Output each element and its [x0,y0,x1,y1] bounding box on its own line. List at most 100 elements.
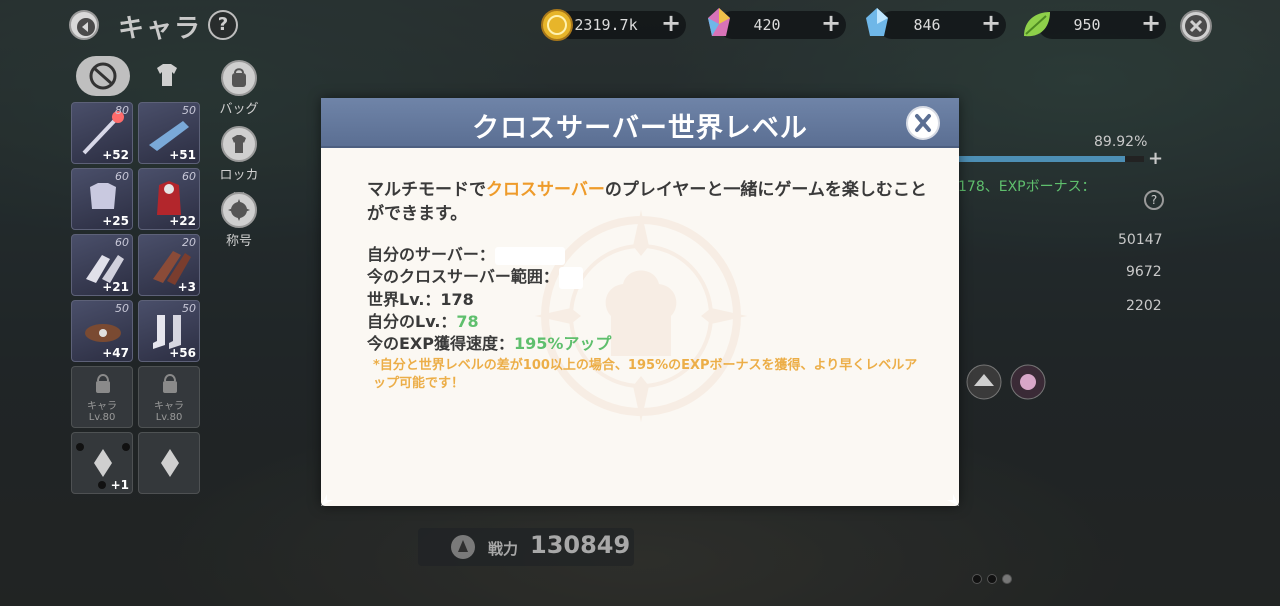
stat-value: 9672 [1126,264,1162,280]
side-menu-bag[interactable]: バッグ [214,60,264,117]
modal-header: クロスサーバー世界レベル [321,98,959,148]
equip-level: 50 [115,302,129,315]
equip-level: 50 [182,302,196,315]
back-button[interactable] [69,10,99,40]
side-menu-label: バッグ [219,102,259,117]
exp-percent: 89.92% [1094,134,1148,150]
tab-character[interactable] [76,56,130,96]
equip-level: 60 [182,170,196,183]
equip-slot-armor[interactable]: 60 +25 [71,168,133,230]
close-screen-button[interactable] [1180,10,1212,42]
add-gold-button[interactable]: + [660,11,682,35]
lock-icon [163,374,177,393]
currency-gold: 2319.7k + [556,11,686,39]
equip-enhance: +51 [169,148,196,162]
equip-enhance: +22 [169,214,196,228]
top-bar: キャラ ? 2319.7k + 420 + 846 + 950 + [0,0,1280,52]
equip-level: 80 [115,104,129,117]
equip-level: 20 [182,236,196,249]
power-icon [451,535,475,559]
equip-enhance: +21 [102,280,129,294]
stat-value: 50147 [1118,232,1163,248]
modal-note: *自分と世界レベルの差が100以上の場合、195%のEXPボーナスを獲得、より早… [373,357,918,391]
currency-blue-crystal: 846 + [878,11,1006,39]
emblem-badge: +1 [110,478,129,492]
close-icon [1185,15,1207,37]
lock-icon [96,374,110,393]
cross-range-line: 今のクロスサーバー範囲： [367,266,927,289]
help-button[interactable]: ? [208,10,238,40]
back-arrow-icon [77,18,95,36]
world-level-line: 世界Lv.：178 [367,289,474,309]
no-outfit-icon [89,62,117,90]
exp-bar [958,156,1144,162]
add-rainbow-crystal-button[interactable]: + [820,11,842,35]
equip-enhance: +25 [102,214,129,228]
side-menu-title[interactable]: 称号 [214,192,264,249]
page-dot-active[interactable] [1002,574,1012,584]
equip-enhance: +47 [102,346,129,360]
page-title: キャラ [118,14,203,44]
equip-slot-weapon[interactable]: 80 +52 [71,102,133,164]
equip-level: 60 [115,236,129,249]
info-help-button[interactable]: ? [1144,190,1164,210]
cross-range-value-redacted [558,266,583,289]
page-dot[interactable] [972,574,982,584]
side-menu-locker[interactable]: ロッカー [214,126,264,202]
locked-slot-label: キャラ Lv.80 [154,401,184,423]
emblem-icon [161,449,179,477]
exp-bar-fill [958,156,1126,162]
currency-rainbow-crystal: 420 + [718,11,846,39]
equip-slot-gloves[interactable]: 60 +21 [71,234,133,296]
gold-coin-icon [541,9,573,41]
equip-enhance: +52 [102,148,129,162]
locked-slot-label: キャラ Lv.80 [87,401,117,423]
emblem-slot[interactable] [138,432,200,494]
skill-icon[interactable] [964,362,1004,402]
cross-server-modal: クロスサーバー世界レベル マルチモードでクロスサーバーのプレイヤーと一緒にゲーム… [321,98,959,506]
stat-value: 2202 [1126,298,1162,314]
locked-slot[interactable]: キャラ Lv.80 [138,366,200,428]
equip-slot-outfit[interactable]: 60 +22 [138,168,200,230]
close-icon [915,114,931,132]
equip-enhance: +3 [177,280,196,294]
power-value: 130849 [530,531,631,559]
equip-level: 50 [182,104,196,117]
corner-ornament-icon [947,494,959,506]
outfit-icon [157,64,177,86]
equip-enhance: +56 [169,346,196,360]
emblem-slot[interactable]: +1 [71,432,133,494]
leaf-icon [1024,12,1050,37]
equip-slot-secondary[interactable]: 50 +51 [138,102,200,164]
exp-plus-button[interactable]: + [1148,148,1163,169]
equip-slot-boots[interactable]: 50 +56 [138,300,200,362]
modal-body: マルチモードでクロスサーバーのプレイヤーと一緒にゲームを楽しむことができます。 … [367,178,927,393]
add-leaf-button[interactable]: + [1140,11,1162,35]
own-server-value-redacted [494,246,565,265]
modal-title: クロスサーバー世界レベル [472,113,808,144]
page-dot[interactable] [987,574,997,584]
combat-power: 戦力 130849 [418,528,634,566]
exp-bonus-text: 178、EXPボーナス： [958,179,1096,195]
locker-icon [232,135,246,153]
add-blue-crystal-button[interactable]: + [980,11,1002,35]
bag-icon [232,68,246,87]
tab-outfit[interactable] [140,56,194,96]
rainbow-crystal-icon [708,8,730,36]
equip-slot-belt[interactable]: 50 +47 [71,300,133,362]
exp-speed-line: 今のEXP獲得速度：195%アップ [367,333,612,353]
title-emblem-icon [228,199,250,221]
modal-description: マルチモードでクロスサーバーのプレイヤーと一緒にゲームを楽しむことができます。 [367,180,927,224]
equip-slot-gauntlet[interactable]: 20 +3 [138,234,200,296]
corner-ornament-icon [321,494,333,506]
own-server-line: 自分のサーバー： [367,244,927,266]
equip-level: 60 [115,170,129,183]
locked-slot[interactable]: キャラ Lv.80 [71,366,133,428]
own-level-line: 自分のLv.：78 [367,311,479,331]
page-indicator [972,569,1017,588]
modal-close-button[interactable] [906,106,940,140]
currency-leaf: 950 + [1038,11,1166,39]
power-label: 戦力 [488,540,519,558]
side-menu-label: 称号 [225,234,252,249]
skill-icon[interactable] [1008,362,1048,402]
